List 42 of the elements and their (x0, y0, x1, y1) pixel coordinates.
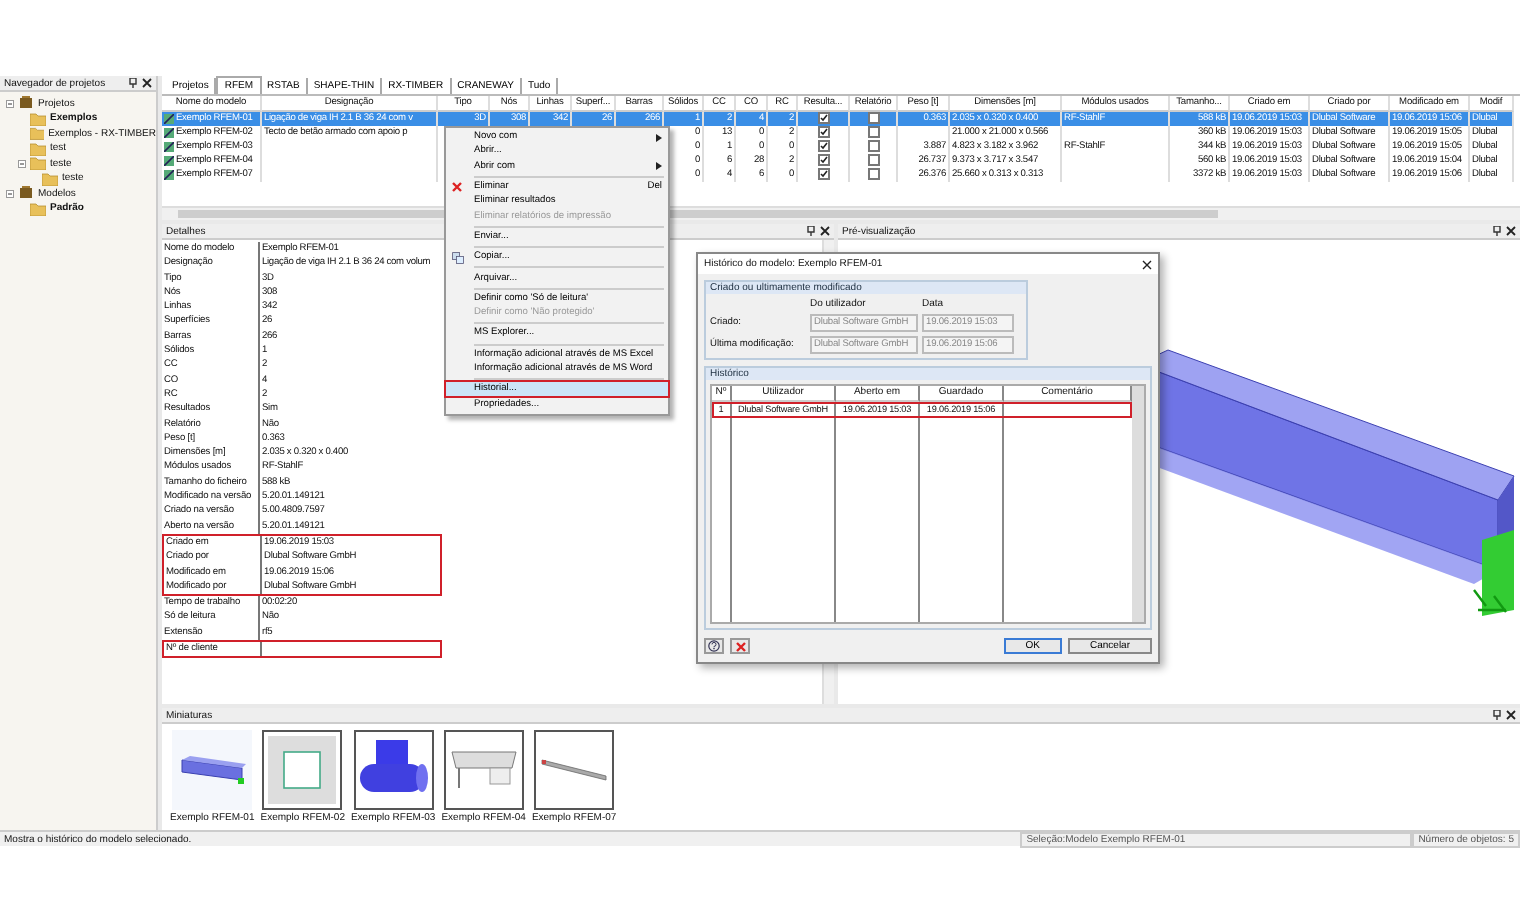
pin-icon[interactable] (806, 226, 816, 236)
beam-drawing (181, 756, 247, 784)
close-icon[interactable] (142, 78, 152, 88)
pin-icon[interactable] (1492, 710, 1502, 720)
checkbox[interactable] (817, 112, 829, 124)
model-icon (164, 128, 174, 138)
collapse-icon[interactable] (6, 189, 14, 198)
delete-icon (452, 181, 462, 192)
model-thumbnail[interactable] (443, 730, 524, 810)
vertical-scrollbar[interactable] (1132, 386, 1144, 622)
checkbox[interactable] (867, 168, 879, 180)
model-thumbnail[interactable] (172, 730, 253, 810)
checkbox[interactable] (817, 140, 829, 152)
collapse-icon[interactable] (18, 159, 26, 168)
delete-button[interactable] (730, 638, 750, 654)
model-thumbnail[interactable] (534, 730, 615, 810)
close-icon[interactable] (1506, 226, 1516, 236)
model-thumbnail[interactable] (353, 730, 434, 810)
checkbox[interactable] (817, 154, 829, 166)
copy-icon (452, 252, 464, 265)
close-icon[interactable] (820, 226, 830, 236)
frame-drawing (451, 751, 517, 788)
checkbox[interactable] (817, 126, 829, 138)
model-thumbnail[interactable] (262, 730, 343, 810)
close-icon[interactable] (1142, 259, 1152, 269)
slab-drawing (268, 736, 337, 804)
model-icon (164, 114, 174, 124)
checkbox[interactable] (867, 126, 879, 138)
close-icon[interactable] (1506, 710, 1516, 720)
checkbox[interactable] (867, 112, 879, 124)
bar-drawing (541, 759, 607, 781)
checkbox[interactable] (817, 168, 829, 180)
checkbox[interactable] (867, 140, 879, 152)
model-icon (164, 170, 174, 180)
model-icon (164, 156, 174, 166)
collapse-icon[interactable] (6, 99, 14, 108)
checkbox[interactable] (867, 154, 879, 166)
help-button[interactable] (704, 638, 724, 654)
tee-drawing (359, 740, 428, 792)
model-icon (164, 142, 174, 152)
pin-icon[interactable] (128, 78, 138, 88)
pin-icon[interactable] (1492, 226, 1502, 236)
